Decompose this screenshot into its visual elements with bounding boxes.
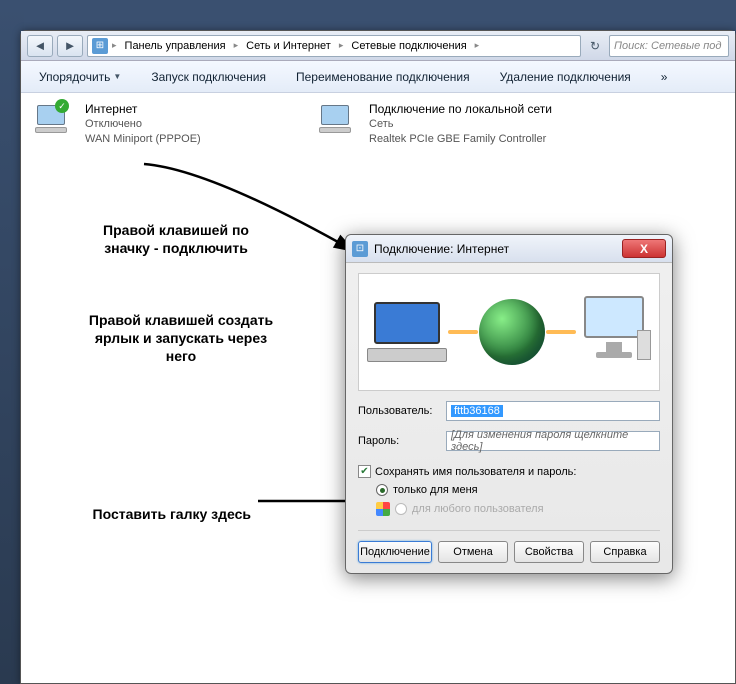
connection-item-lan[interactable]: Подключение по локальной сети Сеть Realt… [313, 101, 613, 147]
connection-item-internet[interactable]: ✓ Интернет Отключено WAN Miniport (PPPOE… [29, 101, 289, 147]
cancel-button[interactable]: Отмена [438, 541, 508, 563]
radio-all-users-label: для любого пользователя [412, 503, 544, 515]
globe-icon [479, 299, 545, 365]
nav-back-button[interactable]: ◄ [27, 35, 53, 57]
arrow-icon [139, 159, 369, 262]
radio-only-me[interactable] [376, 484, 388, 496]
connect-button[interactable]: Подключение [358, 541, 432, 563]
username-input[interactable]: fttb36168 [446, 401, 660, 421]
search-input[interactable]: Поиск: Сетевые под [609, 35, 729, 57]
help-button[interactable]: Справка [590, 541, 660, 563]
connection-device: Realtek PCIe GBE Family Controller [369, 132, 552, 147]
password-label: Пароль: [358, 435, 440, 447]
toolbar-rename-connection[interactable]: Переименование подключения [290, 66, 476, 88]
radio-only-me-label: только для меня [393, 484, 478, 496]
connections-area: ✓ Интернет Отключено WAN Miniport (PPPOE… [21, 93, 735, 155]
toolbar-more[interactable]: » [655, 66, 674, 88]
breadcrumb-item[interactable]: Сеть и Интернет [242, 38, 335, 54]
dialog-title: Подключение: Интернет [374, 242, 509, 256]
status-ok-icon: ✓ [55, 99, 69, 113]
connection-title: Интернет [85, 101, 201, 117]
network-icon: ⊡ [352, 241, 368, 257]
refresh-button[interactable]: ↻ [585, 39, 605, 53]
toolbar-delete-connection[interactable]: Удаление подключения [494, 66, 637, 88]
dialog-titlebar: ⊡ Подключение: Интернет X [346, 235, 672, 263]
connection-status: Отключено [85, 117, 201, 132]
user-label: Пользователь: [358, 405, 440, 417]
titlebar: ◄ ► ⊞ ▸ Панель управления ▸ Сеть и Интер… [21, 31, 735, 61]
search-placeholder: Поиск: Сетевые под [614, 40, 722, 52]
connection-icon [313, 101, 361, 141]
toolbar: Упорядочить▼ Запуск подключения Переимен… [21, 61, 735, 93]
annotation-text: Поставить галку здесь [51, 505, 251, 523]
password-input[interactable]: [Для изменения пароля щелкните здесь] [446, 431, 660, 451]
breadcrumb[interactable]: ⊞ ▸ Панель управления ▸ Сеть и Интернет … [87, 35, 581, 57]
save-credentials-checkbox[interactable]: ✔ [358, 465, 371, 478]
close-button[interactable]: X [622, 239, 666, 258]
breadcrumb-item[interactable]: Сетевые подключения [347, 38, 470, 54]
toolbar-organize[interactable]: Упорядочить▼ [33, 66, 127, 88]
connection-icon: ✓ [29, 101, 77, 141]
save-credentials-label: Сохранять имя пользователя и пароль: [375, 466, 576, 478]
laptop-icon [367, 302, 447, 362]
annotation-text: Правой клавишей создать ярлык и запускат… [81, 311, 281, 366]
password-placeholder: [Для изменения пароля щелкните здесь] [451, 429, 655, 453]
dialog-illustration [358, 273, 660, 391]
toolbar-start-connection[interactable]: Запуск подключения [145, 66, 272, 88]
connection-dialog: ⊡ Подключение: Интернет X Пользователь: … [345, 234, 673, 574]
connection-title: Подключение по локальной сети [369, 101, 552, 117]
username-value: fttb36168 [451, 405, 503, 417]
connection-device: WAN Miniport (PPPOE) [85, 132, 201, 147]
desktop-icon [577, 296, 651, 368]
control-panel-icon: ⊞ [92, 38, 108, 54]
nav-forward-button[interactable]: ► [57, 35, 83, 57]
shield-icon [376, 502, 390, 516]
radio-all-users [395, 503, 407, 515]
connection-status: Сеть [369, 117, 552, 132]
properties-button[interactable]: Свойства [514, 541, 584, 563]
breadcrumb-item[interactable]: Панель управления [121, 38, 230, 54]
